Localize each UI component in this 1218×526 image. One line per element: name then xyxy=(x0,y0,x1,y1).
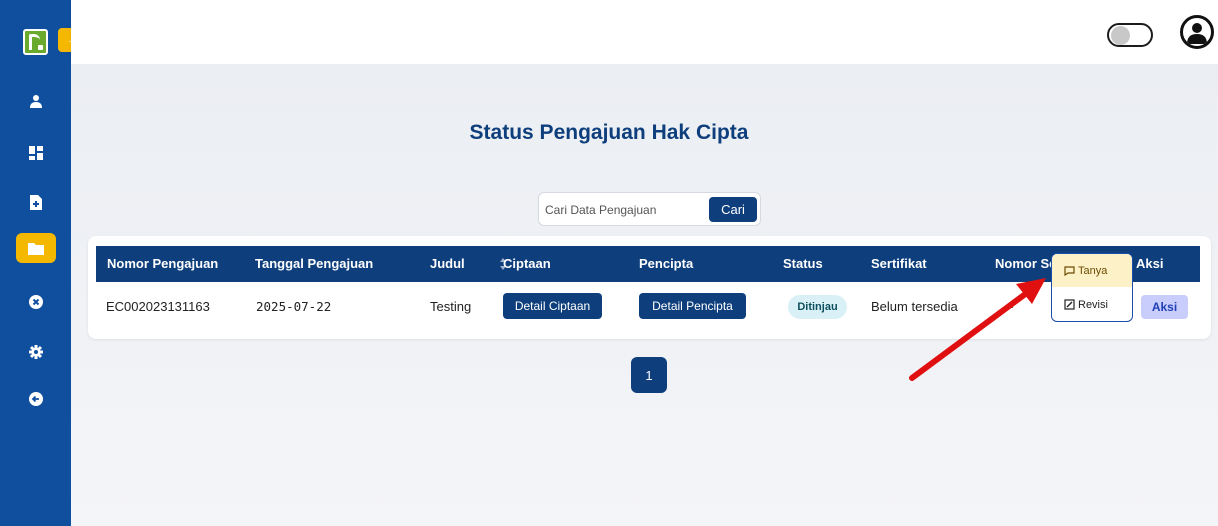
aksi-button[interactable]: Aksi xyxy=(1141,295,1188,319)
folder-icon xyxy=(27,242,44,255)
table-header: Nomor Pengajuan Tanggal Pengajuan Judul … xyxy=(96,246,1200,282)
sidebar xyxy=(0,0,71,526)
x-circle-icon xyxy=(28,295,43,309)
column-header-status[interactable]: Status xyxy=(783,246,823,282)
menu-item-label: Tanya xyxy=(1078,264,1108,277)
sidebar-item-profile[interactable] xyxy=(0,86,71,116)
status-badge: Ditinjau xyxy=(788,295,847,319)
app-logo xyxy=(23,29,48,55)
user-avatar-icon xyxy=(1187,23,1207,44)
dashboard-icon xyxy=(28,146,43,160)
topbar xyxy=(71,0,1218,64)
search-bar: Cari xyxy=(538,192,761,226)
column-header-judul[interactable]: Judul xyxy=(430,246,465,282)
search-input[interactable] xyxy=(545,198,705,222)
cell-judul: Testing xyxy=(430,299,472,314)
theme-toggle[interactable] xyxy=(1107,23,1153,47)
column-header-ciptaan[interactable]: Ciptaan xyxy=(503,246,551,282)
detail-pencipta-button[interactable]: Detail Pencipta xyxy=(639,293,746,319)
column-header-tanggal-pengajuan[interactable]: Tanggal Pengajuan xyxy=(255,246,373,282)
column-header-nomor-pengajuan[interactable]: Nomor Pengajuan xyxy=(107,246,218,282)
sidebar-item-settings[interactable] xyxy=(0,337,71,367)
avatar[interactable] xyxy=(1180,15,1214,49)
page-title: Status Pengajuan Hak Cipta xyxy=(469,121,749,144)
sidebar-item-new-submission[interactable] xyxy=(0,187,71,217)
column-header-sertifikat[interactable]: Sertifikat xyxy=(871,246,927,282)
sidebar-item-logout[interactable] xyxy=(0,384,71,414)
column-header-nomor-sertifikat[interactable]: Nomor Se xyxy=(995,246,1056,282)
logout-icon xyxy=(28,392,43,406)
cell-tanggal-pengajuan: 2025-07-22 xyxy=(256,299,332,314)
menu-item-tanya[interactable]: Tanya xyxy=(1052,254,1132,287)
menu-item-label: Revisi xyxy=(1078,298,1108,311)
gear-icon xyxy=(28,345,43,359)
sidebar-item-rejected[interactable] xyxy=(0,287,71,317)
user-icon xyxy=(29,95,42,108)
cell-sertifikat: Belum tersedia xyxy=(871,299,958,314)
file-add-icon xyxy=(29,194,42,210)
column-header-aksi[interactable]: Aksi xyxy=(1136,246,1163,282)
menu-item-revisi[interactable]: Revisi xyxy=(1052,288,1132,321)
detail-ciptaan-button[interactable]: Detail Ciptaan xyxy=(503,293,602,319)
aksi-dropdown-menu: Tanya Revisi xyxy=(1051,253,1133,322)
chat-icon xyxy=(1064,265,1075,276)
cell-nomor-pengajuan: EC002023131163 xyxy=(106,299,210,314)
edit-icon xyxy=(1064,299,1075,310)
search-button[interactable]: Cari xyxy=(709,197,757,222)
sidebar-item-submissions[interactable] xyxy=(0,233,71,263)
cell-nomor-sertifikat: - xyxy=(1009,299,1014,314)
column-header-pencipta[interactable]: Pencipta xyxy=(639,246,693,282)
pagination-page-button[interactable]: 1 xyxy=(631,357,667,393)
